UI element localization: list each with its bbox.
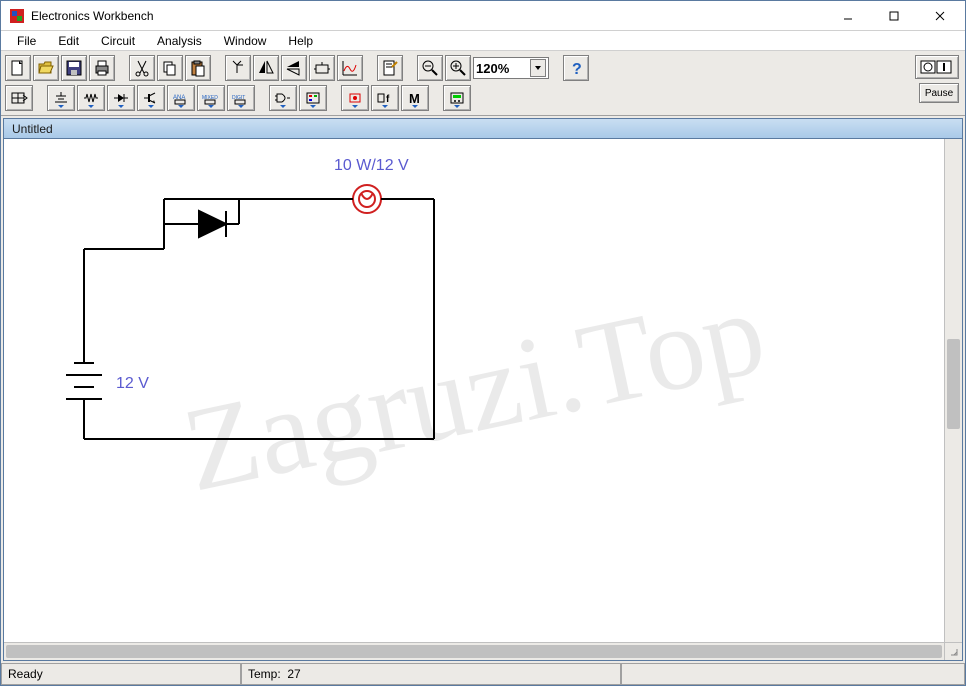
horizontal-scrollbar[interactable]: [4, 642, 944, 660]
maximize-button[interactable]: [871, 2, 917, 30]
open-button[interactable]: [33, 55, 59, 81]
indicators-button[interactable]: [341, 85, 369, 111]
power-switch[interactable]: [915, 55, 959, 79]
status-temp: Temp: 27: [241, 664, 621, 685]
app-window: Electronics Workbench File Edit Circuit …: [0, 0, 966, 686]
app-icon: [9, 8, 25, 24]
zoom-in-button[interactable]: [445, 55, 471, 81]
battery-label: 12 V: [116, 375, 149, 393]
menubar: File Edit Circuit Analysis Window Help: [1, 31, 965, 51]
close-button[interactable]: [917, 2, 963, 30]
window-title: Electronics Workbench: [31, 9, 154, 23]
digital-button[interactable]: [299, 85, 327, 111]
flip-vertical-button[interactable]: [281, 55, 307, 81]
toolbar-row-2: ANA MIXED DIGIT f M: [5, 83, 961, 113]
flip-horizontal-button[interactable]: [253, 55, 279, 81]
misc-button[interactable]: M: [401, 85, 429, 111]
menu-circuit[interactable]: Circuit: [91, 32, 145, 50]
subcircuit-button[interactable]: [309, 55, 335, 81]
chevron-down-icon: [530, 59, 546, 77]
diodes-button[interactable]: [107, 85, 135, 111]
graph-button[interactable]: [337, 55, 363, 81]
copy-button[interactable]: [157, 55, 183, 81]
vertical-scrollbar[interactable]: [944, 139, 962, 642]
svg-text:?: ?: [572, 61, 582, 77]
zoom-out-button[interactable]: [417, 55, 443, 81]
document-title: Untitled: [12, 122, 53, 136]
paste-button[interactable]: [185, 55, 211, 81]
minimize-button[interactable]: [825, 2, 871, 30]
menu-help[interactable]: Help: [278, 32, 323, 50]
rotate-button[interactable]: [225, 55, 251, 81]
analog-ics-button[interactable]: ANA: [167, 85, 195, 111]
document-window: Untitled Zagruzi.Top: [3, 118, 963, 661]
workspace: Untitled Zagruzi.Top: [1, 116, 965, 663]
document-titlebar[interactable]: Untitled: [4, 119, 962, 139]
status-ready: Ready: [1, 664, 241, 685]
parts-bin-button[interactable]: [5, 85, 33, 111]
statusbar: Ready Temp: 27: [1, 663, 965, 685]
scroll-corner: [944, 642, 962, 660]
basic-button[interactable]: [77, 85, 105, 111]
new-button[interactable]: [5, 55, 31, 81]
toolbar-area: 120% ? ANA MIXED DIGIT f M: [1, 51, 965, 116]
zoom-value: 120%: [476, 61, 509, 76]
digital-ics-button[interactable]: DIGIT: [227, 85, 255, 111]
pause-button[interactable]: Pause: [919, 83, 959, 103]
mixed-ics-button[interactable]: MIXED: [197, 85, 225, 111]
menu-window[interactable]: Window: [214, 32, 277, 50]
menu-analysis[interactable]: Analysis: [147, 32, 212, 50]
transistors-button[interactable]: [137, 85, 165, 111]
menu-file[interactable]: File: [7, 32, 46, 50]
horizontal-scrollbar-thumb[interactable]: [6, 645, 942, 658]
properties-button[interactable]: [377, 55, 403, 81]
controls-button[interactable]: f: [371, 85, 399, 111]
svg-text:M: M: [409, 91, 420, 105]
instruments-button[interactable]: [443, 85, 471, 111]
vertical-scrollbar-thumb[interactable]: [947, 339, 960, 429]
circuit-canvas[interactable]: Zagruzi.Top: [4, 139, 944, 642]
help-button[interactable]: ?: [563, 55, 589, 81]
pause-label: Pause: [925, 88, 953, 99]
sources-button[interactable]: [47, 85, 75, 111]
cut-button[interactable]: [129, 55, 155, 81]
logic-gates-button[interactable]: [269, 85, 297, 111]
menu-edit[interactable]: Edit: [48, 32, 89, 50]
zoom-combo[interactable]: 120%: [473, 57, 549, 79]
print-button[interactable]: [89, 55, 115, 81]
status-rest: [621, 664, 965, 685]
save-button[interactable]: [61, 55, 87, 81]
toolbar-row-1: 120% ?: [5, 53, 961, 83]
lamp-label: 10 W/12 V: [334, 157, 409, 175]
titlebar: Electronics Workbench: [1, 1, 965, 31]
